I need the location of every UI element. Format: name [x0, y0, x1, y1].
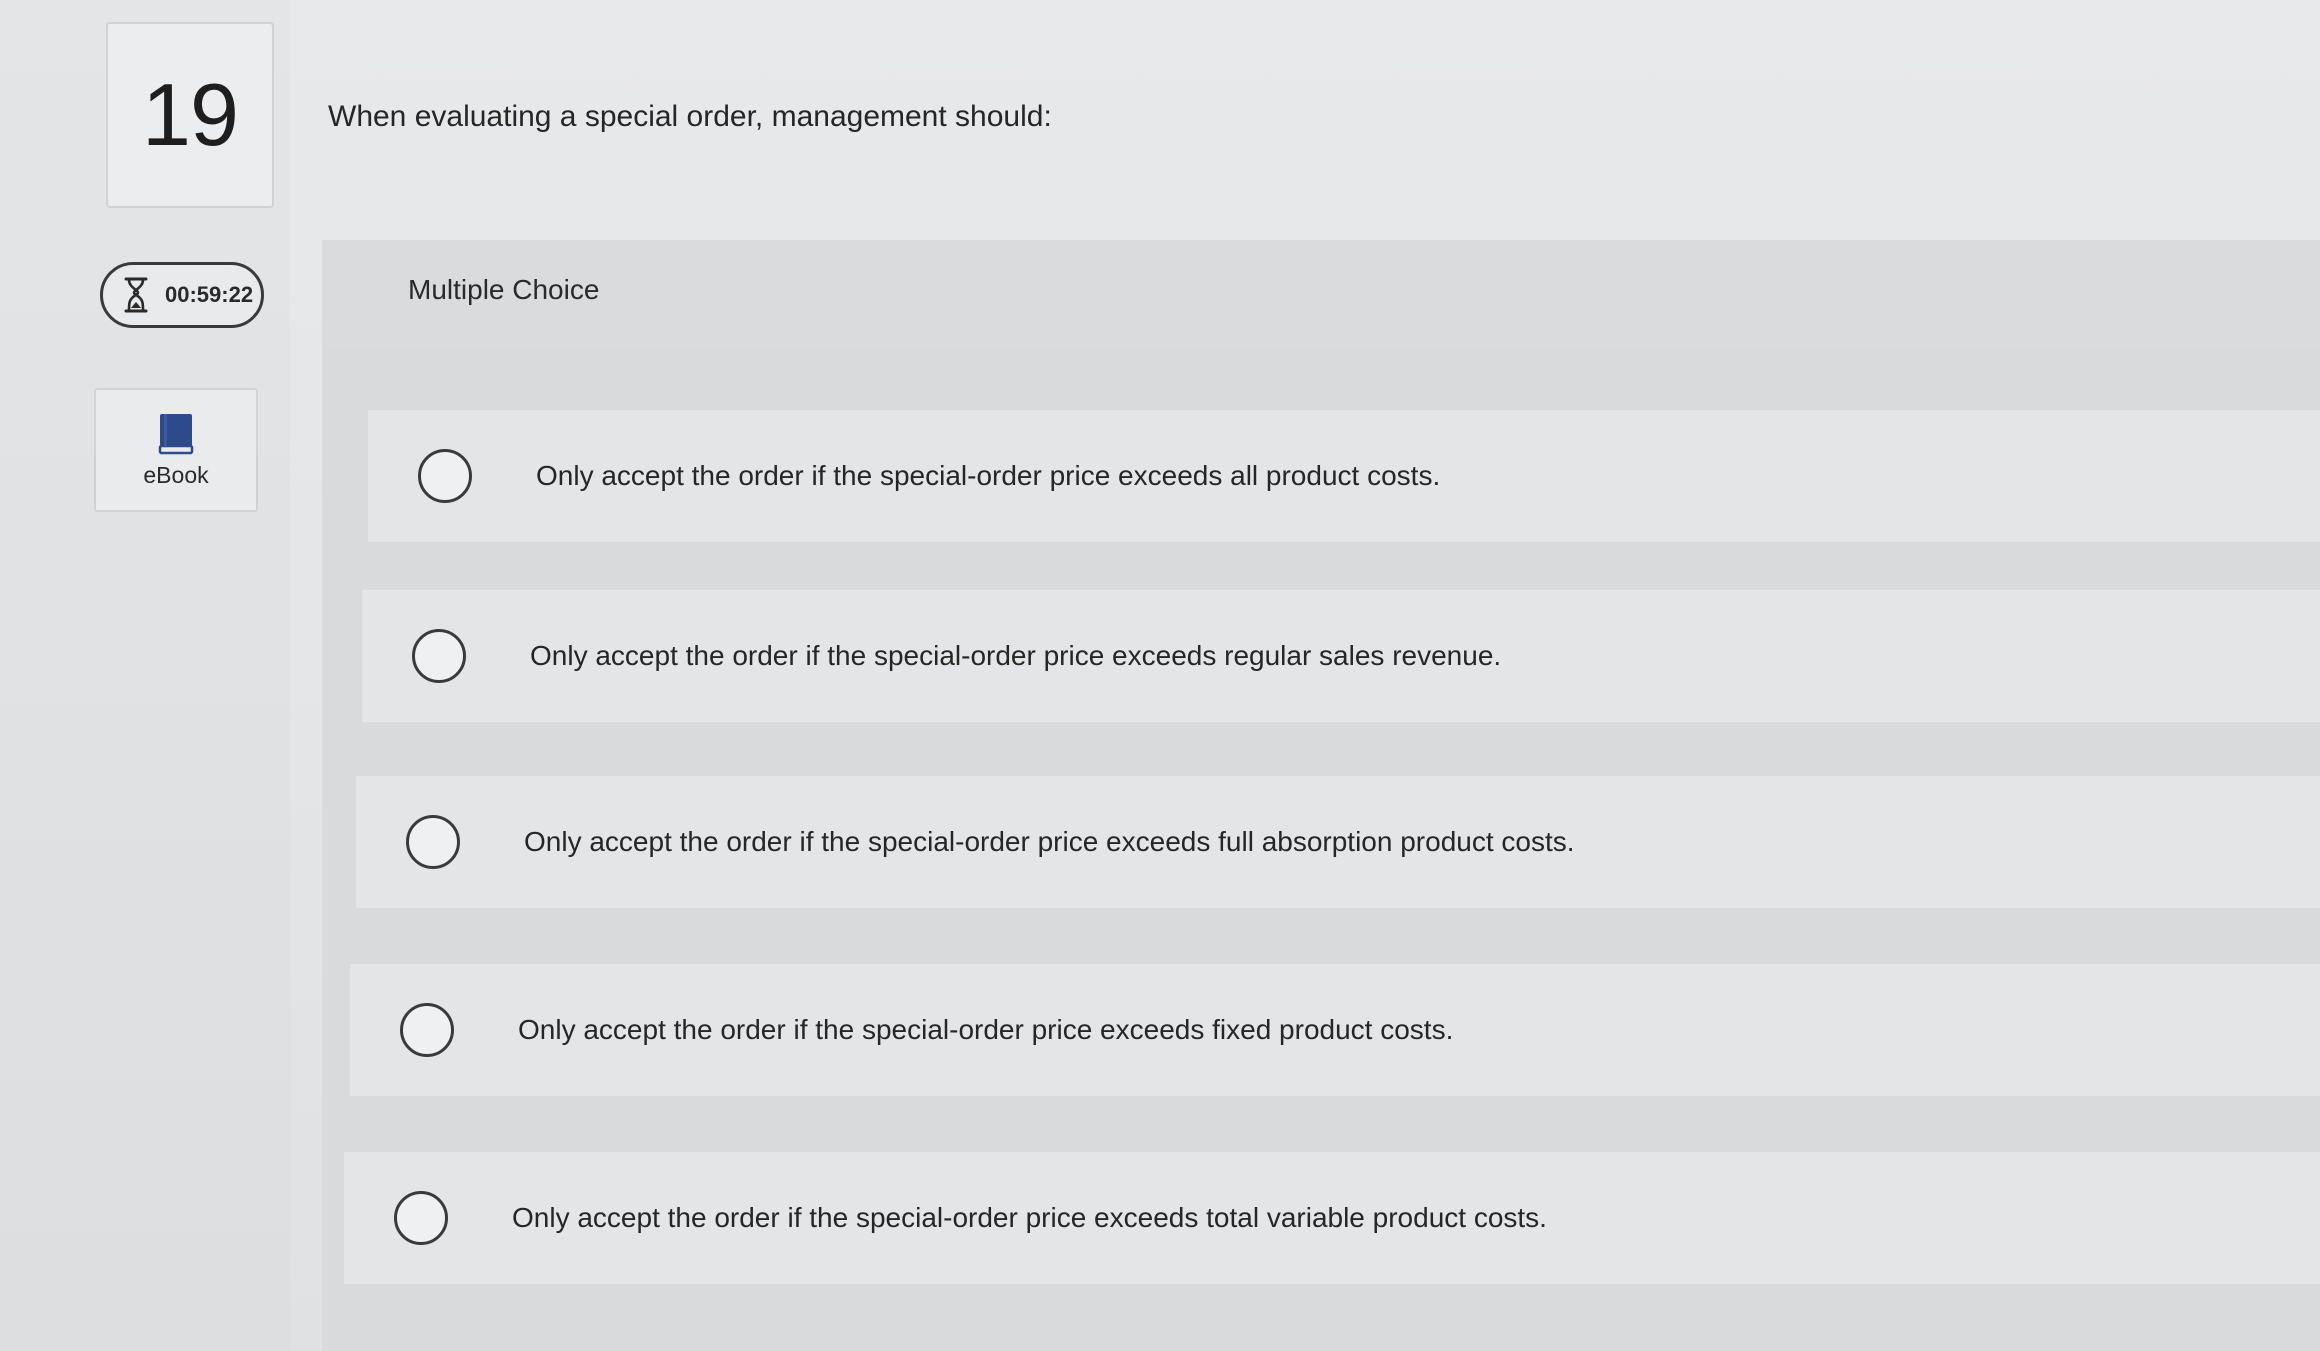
answer-option[interactable]: Only accept the order if the special-ord… [356, 776, 2320, 908]
hourglass-icon [124, 277, 148, 313]
question-type-label: Multiple Choice [408, 274, 600, 305]
answer-option-text: Only accept the order if the special-ord… [530, 640, 1502, 671]
answer-option-text: Only accept the order if the special-ord… [536, 460, 1441, 491]
ebook-button[interactable]: eBook [94, 388, 258, 512]
answer-option-text: Only accept the order if the special-ord… [512, 1202, 1547, 1233]
answer-option[interactable]: Only accept the order if the special-ord… [350, 964, 2320, 1096]
answer-option[interactable]: Only accept the order if the special-ord… [368, 410, 2320, 542]
question-prompt: When evaluating a special order, managem… [328, 100, 1052, 133]
ebook-label: eBook [143, 462, 209, 488]
radio-button[interactable] [400, 1003, 454, 1057]
answer-option[interactable]: Only accept the order if the special-ord… [362, 590, 2320, 722]
timer-value: 00:59:22 [165, 282, 254, 307]
answer-option-text: Only accept the order if the special-ord… [524, 826, 1575, 857]
answer-option-text: Only accept the order if the special-ord… [518, 1014, 1454, 1045]
radio-button[interactable] [412, 629, 466, 683]
question-type-header: Multiple Choice [322, 240, 2320, 348]
radio-button[interactable] [418, 449, 472, 503]
quiz-page: 19 00:59:22 eBook When evaluating a spec… [0, 0, 2320, 1351]
question-number: 19 [142, 65, 239, 164]
radio-button[interactable] [394, 1191, 448, 1245]
radio-button[interactable] [406, 815, 460, 869]
book-icon [158, 414, 194, 455]
question-number-box: 19 [106, 22, 274, 208]
answer-option[interactable]: Only accept the order if the special-ord… [344, 1152, 2320, 1284]
timer[interactable]: 00:59:22 [100, 262, 264, 328]
